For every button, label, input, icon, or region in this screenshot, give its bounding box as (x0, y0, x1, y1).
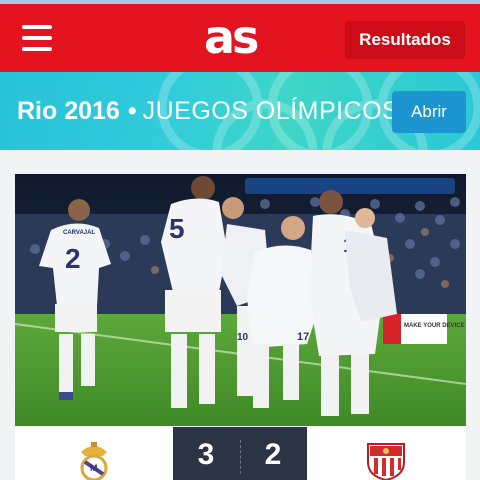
svg-text:10: 10 (237, 332, 249, 343)
svg-text:5: 5 (169, 213, 185, 244)
banner-event: Rio 2016 (17, 97, 120, 125)
real-madrid-crest-icon[interactable]: M (73, 440, 115, 480)
banner-separator: • (127, 97, 137, 125)
as-logo[interactable]: as (204, 12, 259, 62)
svg-text:2: 2 (65, 243, 81, 274)
menu-icon[interactable] (22, 25, 54, 53)
away-score: 2 (264, 438, 282, 471)
results-button[interactable]: Resultados (345, 21, 465, 59)
svg-text:MAKE YOUR DEVICE: MAKE YOUR DEVICE (404, 323, 465, 329)
match-photo[interactable]: MAKE YOUR DEVICE CARVAJAL 2 5 10 17 (15, 174, 466, 426)
score-divider (240, 440, 241, 474)
svg-text:M: M (90, 463, 98, 473)
open-button[interactable]: Abrir (392, 91, 466, 133)
banner-title: Rio 2016 • JUEGOS OLÍMPICOS (17, 94, 399, 128)
sevilla-crest-icon[interactable] (364, 440, 408, 480)
svg-text:17: 17 (297, 331, 309, 343)
celebration-image: MAKE YOUR DEVICE CARVAJAL 2 5 10 17 (15, 174, 466, 426)
app-header: as Resultados (0, 4, 480, 72)
svg-text:CARVAJAL: CARVAJAL (63, 230, 95, 236)
banner-subtitle: JUEGOS OLÍMPICOS (142, 97, 400, 125)
home-score: 3 (197, 438, 215, 471)
